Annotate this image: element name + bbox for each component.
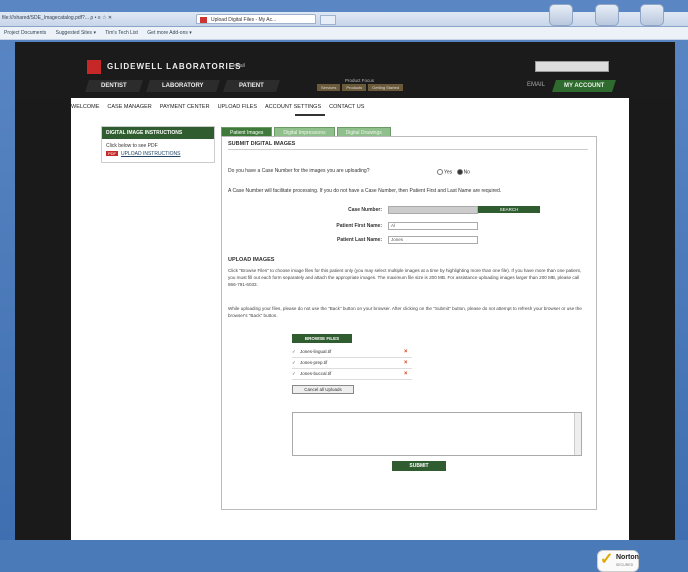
nav-account-settings[interactable]: ACCOUNT SETTINGS (265, 104, 321, 110)
case-number-radio-group: Yes No (434, 169, 470, 175)
file-list: ✓ Jones-lingual.tif × ✓ Jones-prep.tif × ✓ Jo… (292, 347, 412, 380)
first-name-input[interactable]: Al (388, 222, 478, 230)
remove-file-icon[interactable]: × (404, 347, 408, 357)
header-email-link[interactable]: EMAIL (527, 82, 545, 88)
case-number-note: A Case Number will facilitate processing… (228, 188, 502, 194)
favorites-bar: Project Documents Suggested Sites ▾ Tim'… (0, 27, 688, 40)
category-tab-laboratory[interactable]: LABORATORY (146, 80, 220, 92)
panel-title: SUBMIT DIGITAL IMAGES (228, 141, 296, 147)
norton-sub: SECURED (616, 563, 634, 567)
norton-secured-badge[interactable]: ✓ Norton SECURED (597, 550, 639, 572)
url-field[interactable]: file:///shared/SDE_Imagecatalog.pdf?... … (2, 15, 112, 21)
favorites-star-icon[interactable] (594, 4, 619, 26)
cancel-all-uploads-button[interactable]: Cancel all Uploads (292, 385, 354, 394)
file-name: Jones-buccal.tif (300, 371, 332, 376)
sub-nav: Services Products Getting Started (317, 84, 405, 91)
page-viewport: GLIDEWELL LABORATORIES ▸ email DENTIST L… (15, 42, 675, 572)
category-label: PATIENT (239, 83, 264, 89)
nav-case-manager[interactable]: CASE MANAGER (107, 104, 151, 110)
window-controls (529, 4, 664, 28)
instructions-sidebar: DIGITAL IMAGE INSTRUCTIONS Click below t… (101, 126, 215, 163)
radio-yes-label: Yes (444, 169, 453, 176)
list-item: ✓ Jones-prep.tif × (292, 358, 412, 369)
favorite-link[interactable]: Suggested Sites ▾ (56, 30, 96, 36)
upload-status-textarea[interactable] (292, 412, 582, 456)
my-account-button[interactable]: MY ACCOUNT (552, 80, 616, 92)
subnav-item[interactable]: Getting Started (368, 84, 404, 91)
subnav-item[interactable]: Services (317, 84, 341, 91)
case-number-question: Do you have a Case Number for the images… (228, 168, 370, 174)
category-tabs: DENTIST LABORATORY PATIENT (85, 80, 284, 92)
remove-file-icon[interactable]: × (404, 369, 408, 379)
divider (228, 149, 588, 150)
upload-images-title: UPLOAD IMAGES (228, 257, 275, 263)
list-item: ✓ Jones-lingual.tif × (292, 347, 412, 358)
nav-payment-center[interactable]: PAYMENT CENTER (160, 104, 210, 110)
radio-no-label: No (463, 169, 470, 176)
sidebar-title: DIGITAL IMAGE INSTRUCTIONS (102, 127, 214, 139)
category-tab-dentist[interactable]: DENTIST (85, 80, 143, 92)
browse-files-button[interactable]: BROWSE FILES (292, 334, 352, 343)
file-name: Jones-prep.tif (300, 360, 328, 365)
tools-gear-icon[interactable] (640, 4, 664, 26)
nav-contact-us[interactable]: CONTACT US (329, 104, 364, 110)
pdf-link-label: UPLOAD INSTRUCTIONS (121, 151, 181, 157)
upload-panel: SUBMIT DIGITAL IMAGES Do you have a Case… (221, 136, 597, 510)
home-icon[interactable] (549, 4, 574, 26)
site-search-input[interactable] (535, 61, 609, 72)
page-content: WELCOME CASE MANAGER PAYMENT CENTER UPLOAD … (71, 98, 639, 572)
upload-warning: While uploading your files, please do no… (228, 306, 582, 318)
case-number-input[interactable] (388, 206, 478, 214)
favicon-icon (200, 17, 207, 23)
site-logo[interactable]: GLIDEWELL LABORATORIES (107, 62, 241, 71)
remove-file-icon[interactable]: × (404, 358, 408, 368)
checkmark-icon: ✓ (600, 551, 614, 568)
favorite-link[interactable]: Tim's Tech List (105, 30, 138, 36)
scrollbar[interactable] (574, 413, 581, 455)
file-name: Jones-lingual.tif (300, 349, 332, 354)
new-tab-button[interactable] (320, 15, 336, 25)
email-link[interactable]: ▸ email (229, 63, 245, 69)
last-name-input[interactable]: Jones (388, 236, 478, 244)
nav-upload-files[interactable]: UPLOAD FILES (218, 104, 257, 110)
upload-instructions: Click "Browse Files" to choose image fil… (228, 268, 582, 287)
radio-yes[interactable] (437, 169, 443, 175)
check-icon: ✓ (292, 360, 296, 365)
norton-name: Norton (616, 554, 639, 561)
check-icon: ✓ (292, 349, 296, 354)
radio-no[interactable] (456, 169, 463, 175)
favorite-link[interactable]: Project Documents (4, 30, 46, 36)
subnav-item[interactable]: Products (342, 84, 367, 91)
sidebar-text: Click below to see PDF (106, 143, 158, 149)
list-item: ✓ Jones-buccal.tif × (292, 369, 412, 380)
main-nav: WELCOME CASE MANAGER PAYMENT CENTER UPLOAD … (71, 104, 629, 110)
last-name-label: Patient Last Name: (336, 237, 382, 243)
logo-icon (87, 60, 101, 74)
pdf-icon: PDF (106, 151, 118, 156)
category-tab-patient[interactable]: PATIENT (223, 80, 280, 92)
pdf-instructions-link[interactable]: PDF UPLOAD INSTRUCTIONS (102, 151, 214, 162)
active-nav-indicator (295, 114, 325, 116)
check-icon: ✓ (292, 371, 296, 376)
first-name-label: Patient First Name: (336, 223, 382, 229)
browser-tab-title: Upload Digital Files - My Ac... (211, 17, 277, 23)
favorite-link[interactable]: Get more Add-ons ▾ (147, 30, 191, 36)
submit-button[interactable]: SUBMIT (392, 461, 446, 471)
case-search-button[interactable]: SEARCH (478, 206, 540, 213)
browser-tab[interactable]: Upload Digital Files - My Ac... (196, 14, 316, 24)
category-label: LABORATORY (162, 83, 204, 89)
subnav-label: Product Focus (345, 78, 375, 83)
site-header: GLIDEWELL LABORATORIES ▸ email DENTIST L… (15, 42, 675, 98)
case-number-label: Case Number: (348, 207, 382, 213)
category-label: DENTIST (101, 83, 127, 89)
my-account-label: MY ACCOUNT (563, 83, 605, 89)
nav-welcome[interactable]: WELCOME (71, 104, 99, 110)
